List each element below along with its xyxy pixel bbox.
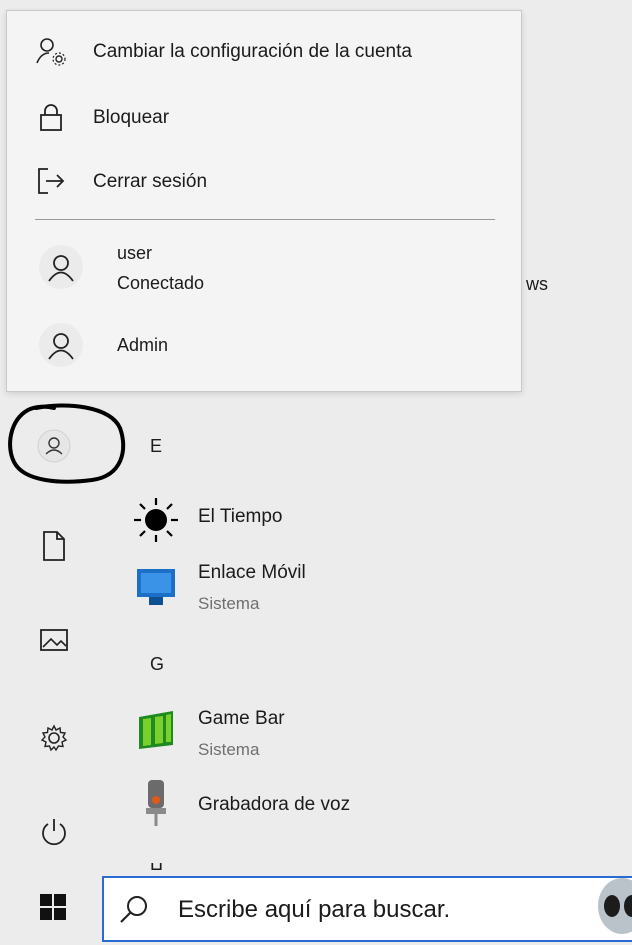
game-bar-icon [130, 704, 182, 756]
app-enlace-movil[interactable]: Enlace Móvil Sistema [130, 556, 632, 616]
weather-sun-icon [130, 494, 182, 546]
letter-g[interactable]: G [150, 654, 164, 675]
search-placeholder: Escribe aquí para buscar. [178, 896, 451, 923]
menu-divider [35, 219, 495, 220]
voice-recorder-icon [130, 778, 182, 830]
rail-pictures-button[interactable] [28, 614, 80, 666]
windows-logo-icon [40, 894, 66, 920]
settings-icon [40, 724, 68, 752]
rail-settings-button[interactable] [28, 712, 80, 764]
sign-out-icon [35, 165, 67, 197]
search-icon [120, 896, 147, 923]
app-subtitle: Sistema [198, 740, 260, 759]
app-name: Enlace Móvil [198, 562, 306, 583]
taskbar: Escribe aquí para buscar. [0, 870, 632, 945]
app-subtitle: Sistema [198, 594, 260, 613]
menu-label: Bloquear [93, 107, 170, 128]
obscured-app-name-fragment: ws [526, 274, 548, 294]
rail-power-button[interactable] [28, 806, 80, 858]
user-account-user[interactable]: user Conectado [7, 237, 521, 301]
menu-label: Cambiar la configuración de la cuenta [93, 41, 412, 62]
app-name: El Tiempo [198, 506, 283, 527]
account-settings-icon [35, 35, 67, 67]
user-name: user [117, 243, 153, 263]
sign-out-item[interactable]: Cerrar sesión [7, 151, 521, 211]
user-account-admin[interactable]: Admin [7, 313, 521, 377]
app-el-tiempo[interactable]: El Tiempo [130, 492, 632, 552]
pictures-icon [40, 629, 68, 651]
app-name: Game Bar [198, 708, 285, 729]
lock-icon [35, 101, 67, 133]
app-name: Grabadora de voz [198, 794, 351, 815]
rail-user-button[interactable] [28, 420, 80, 472]
power-icon [42, 819, 66, 846]
app-game-bar[interactable]: Game Bar Sistema [130, 702, 632, 762]
account-menu: Cambiar la configuración de la cuenta Bl… [6, 10, 522, 392]
user-avatar-icon [39, 245, 83, 289]
letter-h[interactable]: H [150, 860, 163, 870]
lock-item[interactable]: Bloquear [7, 87, 521, 147]
phone-link-icon [130, 560, 182, 612]
rail-documents-button[interactable] [28, 520, 80, 572]
user-icon [37, 429, 71, 463]
letter-e[interactable]: E [150, 436, 162, 457]
start-button[interactable] [28, 884, 78, 930]
user-status: Conectado [117, 273, 205, 293]
menu-label: Cerrar sesión [93, 171, 208, 192]
user-name: Admin [117, 335, 169, 355]
user-avatar-icon [39, 323, 83, 367]
change-account-settings-item[interactable]: Cambiar la configuración de la cuenta [7, 21, 521, 81]
alien-avatar-icon[interactable] [592, 876, 632, 938]
app-grabadora-de-voz[interactable]: Grabadora de voz [130, 776, 632, 836]
documents-icon [43, 531, 65, 561]
taskbar-search-box[interactable]: Escribe aquí para buscar. [102, 876, 632, 942]
